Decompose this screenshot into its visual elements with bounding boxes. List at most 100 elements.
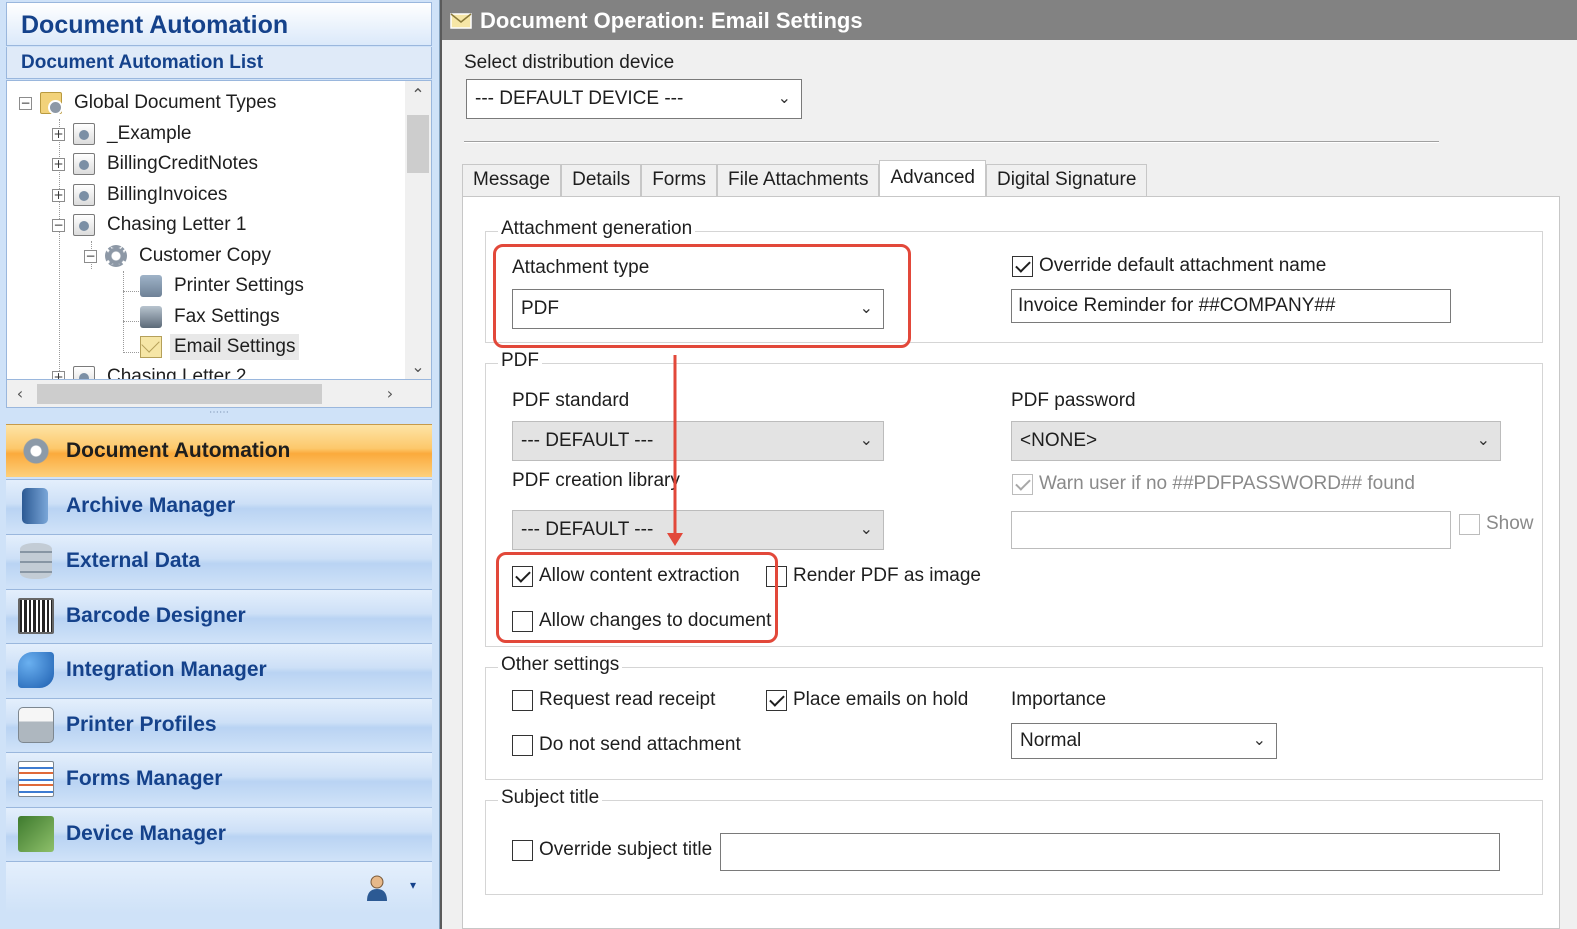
printer-icon <box>18 707 54 743</box>
tree-item-customer-copy[interactable]: − Customer Copy <box>84 242 275 270</box>
gear-icon <box>105 245 127 267</box>
panel-header: Document Operation: Email Settings <box>442 0 1577 40</box>
highlight-attachment-type <box>493 244 911 348</box>
email-icon <box>140 336 162 358</box>
form-icon <box>18 761 54 797</box>
scroll-right-icon[interactable]: › <box>377 380 403 408</box>
nav-device-manager[interactable]: Device Manager <box>6 807 432 860</box>
chevron-down-icon: ⌄ <box>1476 430 1490 449</box>
pdf-password-field[interactable] <box>1011 511 1451 549</box>
document-tree[interactable]: − Global Document Types + _Example + Bil… <box>6 80 432 380</box>
tab-forms[interactable]: Forms <box>641 164 718 198</box>
collapse-icon[interactable]: − <box>52 218 65 232</box>
chevron-down-icon: ⌄ <box>1252 730 1266 749</box>
pdf-library-select[interactable]: --- DEFAULT --- ⌄ <box>512 510 884 550</box>
chevron-down-icon: ⌄ <box>777 88 791 107</box>
checkbox-unchecked-icon[interactable] <box>512 689 533 711</box>
request-read-receipt-checkbox[interactable]: Request read receipt <box>512 689 715 711</box>
attachment-name-field[interactable]: Invoice Reminder for ##COMPANY## <box>1011 289 1451 323</box>
tree-item-example[interactable]: + _Example <box>52 120 196 148</box>
scroll-left-icon[interactable]: ‹ <box>7 380 33 408</box>
expand-icon[interactable]: + <box>52 188 65 202</box>
pane-subtitle: Document Automation List <box>21 52 264 73</box>
checkbox-unchecked-icon[interactable] <box>512 839 533 861</box>
tree-item-billingcreditnotes[interactable]: + BillingCreditNotes <box>52 150 262 178</box>
document-icon <box>73 184 95 206</box>
group-title: Subject title <box>498 787 603 809</box>
show-password-checkbox[interactable]: Show <box>1459 513 1534 535</box>
importance-label: Importance <box>1011 689 1107 710</box>
checkbox-checked-icon[interactable] <box>1012 473 1033 495</box>
nav-printer-profiles[interactable]: Printer Profiles <box>6 698 432 751</box>
user-icon[interactable] <box>366 874 388 902</box>
email-icon <box>450 9 472 31</box>
checkbox-checked-icon[interactable] <box>766 689 787 711</box>
navigation-pane: Document Automation Document Automation … <box>0 0 440 929</box>
pdf-standard-select[interactable]: --- DEFAULT --- ⌄ <box>512 421 884 461</box>
importance-select[interactable]: Normal ⌄ <box>1011 723 1277 759</box>
scroll-thumb[interactable] <box>37 384 322 404</box>
nav-archive-manager[interactable]: Archive Manager <box>6 479 432 532</box>
place-emails-on-hold-checkbox[interactable]: Place emails on hold <box>766 689 968 711</box>
tree-item-global-document-types[interactable]: − Global Document Types <box>19 89 280 117</box>
highlight-pdf-permissions <box>496 552 778 643</box>
fax-icon <box>140 306 162 328</box>
pdf-standard-label: PDF standard <box>512 390 630 411</box>
tree-horizontal-scrollbar[interactable]: ‹ › <box>6 380 432 408</box>
document-icon <box>73 123 95 145</box>
tree-item-billinginvoices[interactable]: + BillingInvoices <box>52 181 231 209</box>
warn-no-password-checkbox[interactable]: Warn user if no ##PDFPASSWORD## found <box>1012 473 1415 495</box>
collapse-icon[interactable]: − <box>19 96 32 110</box>
pdf-password-select[interactable]: <NONE> ⌄ <box>1011 421 1501 461</box>
device-label: Select distribution device <box>464 52 675 73</box>
render-pdf-as-image-checkbox[interactable]: Render PDF as image <box>766 565 981 587</box>
checkbox-checked-icon[interactable] <box>1012 255 1033 277</box>
tree-item-chasing-letter-2[interactable]: + Chasing Letter 2 <box>52 363 250 379</box>
pane-splitter[interactable]: ⋯⋯ <box>6 408 432 422</box>
nav-barcode-designer[interactable]: Barcode Designer <box>6 589 432 642</box>
expand-icon[interactable]: + <box>52 157 65 171</box>
tree-connector <box>123 291 139 292</box>
folder-gear-icon <box>40 92 63 115</box>
nav-forms-manager[interactable]: Forms Manager <box>6 752 432 805</box>
tab-message[interactable]: Message <box>462 164 562 198</box>
dropdown-arrow-icon[interactable]: ▾ <box>410 878 416 892</box>
divider <box>464 141 1439 143</box>
tree-item-email-settings[interactable]: Email Settings <box>140 333 300 361</box>
barcode-icon <box>18 598 54 634</box>
expand-icon[interactable]: + <box>52 370 65 379</box>
collapse-icon[interactable]: − <box>84 249 97 263</box>
document-icon <box>73 153 95 175</box>
override-attachment-name-checkbox[interactable]: Override default attachment name <box>1012 255 1326 277</box>
tab-advanced[interactable]: Advanced <box>879 160 986 198</box>
checkbox-unchecked-icon[interactable] <box>512 734 533 756</box>
tab-details[interactable]: Details <box>561 164 642 198</box>
tree-connector <box>123 271 124 353</box>
scroll-up-icon[interactable]: ⌃ <box>405 81 431 109</box>
distribution-device-select[interactable]: --- DEFAULT DEVICE --- ⌄ <box>466 79 802 119</box>
subject-title-field[interactable] <box>720 833 1500 871</box>
override-subject-title-checkbox[interactable]: Override subject title <box>512 839 712 861</box>
nav-external-data[interactable]: External Data <box>6 534 432 587</box>
tab-digital-signature[interactable]: Digital Signature <box>985 164 1148 198</box>
archive-icon <box>22 488 48 524</box>
tree-item-fax-settings[interactable]: Fax Settings <box>140 303 284 331</box>
tree-item-printer-settings[interactable]: Printer Settings <box>140 272 308 300</box>
tab-strip: Message Details Forms File Attachments A… <box>462 160 1148 198</box>
chevron-down-icon: ⌄ <box>859 430 873 449</box>
scroll-down-icon[interactable]: ⌄ <box>405 353 431 379</box>
do-not-send-attachment-checkbox[interactable]: Do not send attachment <box>512 734 741 756</box>
tab-file-attachments[interactable]: File Attachments <box>717 164 880 198</box>
nav-integration-manager[interactable]: Integration Manager <box>6 643 432 696</box>
scroll-thumb[interactable] <box>407 115 429 173</box>
puzzle-icon <box>18 652 54 688</box>
document-icon <box>73 214 95 236</box>
nav-document-automation[interactable]: Document Automation <box>6 424 432 477</box>
tree-vertical-scrollbar[interactable]: ⌃ ⌄ <box>405 81 431 379</box>
tree-item-chasing-letter-1[interactable]: − Chasing Letter 1 <box>52 211 250 239</box>
pane-subheader: Document Automation List <box>6 47 432 79</box>
expand-icon[interactable]: + <box>52 127 65 141</box>
checkbox-unchecked-icon[interactable] <box>1459 513 1480 535</box>
pane-header: Document Automation <box>6 2 432 46</box>
group-title: Attachment generation <box>498 218 696 240</box>
